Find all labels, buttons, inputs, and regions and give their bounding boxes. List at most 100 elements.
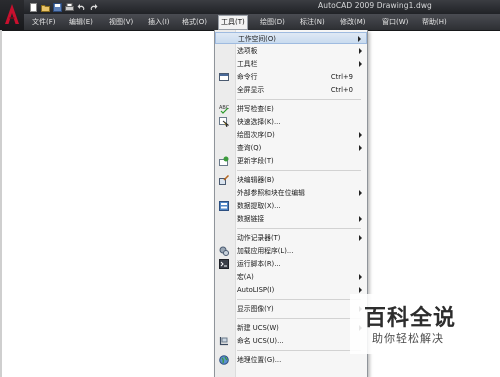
- submenu-arrow-icon: [359, 287, 362, 293]
- quick-access-toolbar: [28, 2, 98, 12]
- menu-item-data-links[interactable]: 数据链接: [215, 213, 367, 225]
- command-line-icon: [219, 73, 229, 81]
- menu-item-run-script[interactable]: 运行脚本(R)...: [215, 258, 367, 270]
- menu-item-label: 运行脚本(R)...: [237, 260, 281, 268]
- submenu-arrow-icon: [358, 36, 361, 42]
- menu-item-label: 新建 UCS(W): [237, 324, 279, 332]
- menu-item-display-image[interactable]: 显示图像(Y): [215, 303, 367, 315]
- menu-item-geographic-location[interactable]: 地理位置(G)...: [215, 354, 367, 366]
- menu-draw[interactable]: 绘图(D): [258, 16, 287, 28]
- menu-separator: [237, 299, 361, 300]
- watermark-title: 百科全说: [364, 306, 457, 331]
- menu-item-label: 动作记录器(T): [237, 234, 281, 242]
- block-editor-icon: [219, 175, 229, 185]
- menu-tools[interactable]: 工具(T): [218, 15, 248, 30]
- menu-item-label: 显示图像(Y): [237, 305, 274, 313]
- undo-icon[interactable]: [76, 2, 86, 12]
- save-icon[interactable]: [52, 2, 62, 12]
- menu-item-label: 命令行: [237, 73, 258, 81]
- menu-item-label: 快速选择(K)...: [237, 118, 281, 126]
- menu-item-macro[interactable]: 宏(A): [215, 271, 367, 283]
- menu-item-label: 加载应用程序(L)...: [237, 247, 294, 255]
- menu-item-data-extraction[interactable]: 数据提取(X)...: [215, 200, 367, 212]
- menu-item-autolisp[interactable]: AutoLISP(I): [215, 284, 367, 296]
- menu-item-label: 数据提取(X)...: [237, 202, 281, 210]
- menu-item-label: 全屏显示: [237, 86, 265, 94]
- menu-item-label: 工作空间(O): [238, 35, 276, 43]
- load-application-icon: [219, 246, 229, 256]
- menu-item-new-ucs[interactable]: 新建 UCS(W): [215, 322, 367, 334]
- print-icon[interactable]: [64, 2, 74, 12]
- redo-icon[interactable]: [88, 2, 98, 12]
- menu-item-block-editor[interactable]: 块编辑器(B): [215, 174, 367, 186]
- menu-file[interactable]: 文件(F): [30, 16, 58, 28]
- autocad-logo-icon: [5, 4, 19, 24]
- menu-help[interactable]: 帮助(H): [420, 16, 449, 28]
- menu-separator: [237, 318, 361, 319]
- watermark-subtitle: 助你轻松解决: [372, 332, 444, 345]
- menu-item-load-application[interactable]: 加载应用程序(L)...: [215, 245, 367, 257]
- menu-item-command-line[interactable]: 命令行 Ctrl+9: [215, 71, 367, 83]
- submenu-arrow-icon: [359, 61, 362, 67]
- menu-item-label: 数据链接: [237, 215, 265, 223]
- menu-item-shortcut: Ctrl+9: [330, 73, 353, 81]
- menu-item-label: 绘图次序(D): [237, 131, 275, 139]
- menu-edit[interactable]: 编辑(E): [67, 16, 95, 28]
- spell-check-icon: ABC: [219, 105, 229, 114]
- menu-separator: [237, 170, 361, 171]
- named-ucs-icon: [219, 337, 228, 346]
- application-menu-button[interactable]: [0, 0, 24, 30]
- menu-item-label: 命名 UCS(U)...: [237, 337, 284, 345]
- watermark: 百科全说 助你轻松解决: [350, 294, 474, 354]
- submenu-arrow-icon: [359, 132, 362, 138]
- menu-window[interactable]: 窗口(W): [380, 16, 410, 28]
- quick-select-icon: [219, 117, 229, 127]
- menu-view[interactable]: 视图(V): [107, 16, 135, 28]
- data-extraction-icon: [219, 201, 229, 211]
- menu-item-inquiry[interactable]: 查询(Q): [215, 142, 367, 154]
- menu-item-clean-screen[interactable]: 全屏显示 Ctrl+0: [215, 84, 367, 96]
- submenu-arrow-icon: [359, 235, 362, 241]
- menu-item-label: 块编辑器(B): [237, 176, 275, 184]
- menu-format[interactable]: 格式(O): [180, 16, 209, 28]
- run-script-icon: [219, 259, 229, 269]
- menu-item-palettes[interactable]: 选项板: [215, 45, 367, 57]
- submenu-arrow-icon: [359, 274, 362, 280]
- menu-dimension[interactable]: 标注(N): [298, 16, 327, 28]
- update-field-icon: [219, 156, 229, 166]
- open-icon[interactable]: [40, 2, 50, 12]
- submenu-arrow-icon: [359, 48, 362, 54]
- menu-item-action-recorder[interactable]: 动作记录器(T): [215, 232, 367, 244]
- menu-item-label: 查询(Q): [237, 144, 262, 152]
- menu-item-xref-inplace-edit[interactable]: 外部参照和块在位编辑: [215, 187, 367, 199]
- window-title: AutoCAD 2009 Drawing1.dwg: [318, 1, 432, 10]
- menu-item-label: 地理位置(G)...: [237, 356, 282, 364]
- menu-separator: [237, 350, 361, 351]
- menu-item-workspaces[interactable]: 工作空间(O): [215, 32, 367, 44]
- menu-item-label: 工具栏: [237, 60, 258, 68]
- tools-menu: 工作空间(O) 选项板 工具栏 命令行 Ctrl+9 全屏显示 Ctrl+0 A…: [214, 30, 368, 377]
- drawing-area-edge: [0, 30, 2, 377]
- menu-item-update-fields[interactable]: 更新字段(T): [215, 155, 367, 167]
- submenu-arrow-icon: [359, 190, 362, 196]
- menu-insert[interactable]: 插入(I): [146, 16, 172, 28]
- geographic-location-icon: [219, 355, 229, 365]
- menu-bar: 文件(F) 编辑(E) 视图(V) 插入(I) 格式(O) 工具(T) 绘图(D…: [0, 14, 500, 31]
- menu-item-label: 选项板: [237, 47, 258, 55]
- menu-modify[interactable]: 修改(M): [338, 16, 368, 28]
- menu-item-label: AutoLISP(I): [237, 286, 275, 294]
- menu-separator: [237, 99, 361, 100]
- menu-item-label: 拼写检查(E): [237, 105, 274, 113]
- menu-item-draw-order[interactable]: 绘图次序(D): [215, 129, 367, 141]
- new-icon[interactable]: [28, 2, 38, 12]
- menu-item-toolbars[interactable]: 工具栏: [215, 58, 367, 70]
- menu-item-quick-select[interactable]: 快速选择(K)...: [215, 116, 367, 128]
- menu-item-shortcut: Ctrl+0: [330, 86, 353, 94]
- menu-item-label: 宏(A): [237, 273, 254, 281]
- menu-separator: [237, 228, 361, 229]
- menu-item-label: 更新字段(T): [237, 157, 274, 165]
- title-bar: AutoCAD 2009 Drawing1.dwg: [0, 0, 500, 14]
- submenu-arrow-icon: [359, 216, 362, 222]
- menu-item-spelling[interactable]: ABC 拼写检查(E): [215, 103, 367, 115]
- menu-item-named-ucs[interactable]: 命名 UCS(U)...: [215, 335, 367, 347]
